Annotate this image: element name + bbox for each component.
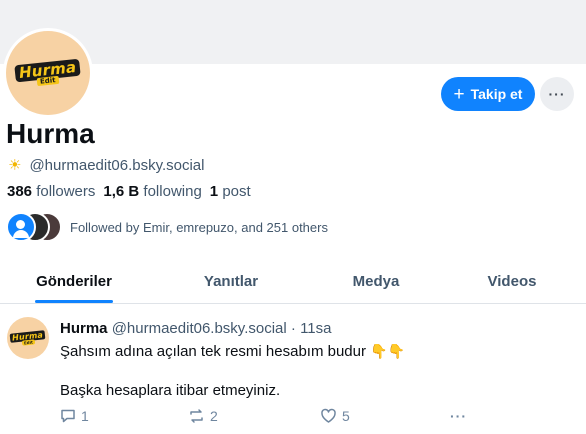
profile-stats: 386 followers 1,6 B following 1 post	[7, 183, 251, 200]
ellipsis-icon: ···	[548, 86, 566, 102]
following-count: 1,6 B	[103, 183, 140, 200]
handle-row: ☀ @hurmaedit06.bsky.social	[8, 156, 205, 175]
repost-icon	[190, 409, 203, 423]
avatar-logo-sub: Edit	[36, 75, 60, 86]
tab-media[interactable]: Medya	[314, 262, 438, 303]
heart-icon	[321, 408, 336, 423]
reply-icon	[61, 409, 75, 423]
repost-button[interactable]: 2	[188, 408, 218, 424]
posts-stat: 1 post	[210, 183, 251, 200]
post-line1-text: Şahsım adına açılan tek resmi hesabım bu…	[60, 343, 366, 360]
post-author-handle[interactable]: @hurmaedit06.bsky.social	[112, 320, 287, 337]
feed-post[interactable]: Hurma Edit Hurma @hurmaedit06.bsky.socia…	[0, 305, 586, 434]
following-link[interactable]: 1,6 B following	[103, 183, 201, 200]
post-more-button[interactable]: ···	[450, 408, 467, 424]
post-avatar-logo-sub: Edit	[21, 338, 35, 346]
post-actions: 1 2 5 ···	[60, 408, 480, 428]
post-timestamp[interactable]: 11sa	[300, 320, 331, 337]
tab-videos[interactable]: Videos	[438, 262, 586, 303]
posts-count: 1	[209, 183, 219, 200]
more-options-button[interactable]: ···	[540, 77, 574, 111]
profile-tabs: Gönderiler Yanıtlar Medya Videos	[0, 262, 586, 304]
post-author-avatar[interactable]: Hurma Edit	[7, 317, 49, 359]
display-name: Hurma	[6, 118, 95, 149]
post-header: Hurma @hurmaedit06.bsky.social · 11sa	[60, 320, 331, 337]
posts-label: post	[222, 183, 251, 200]
tab-posts[interactable]: Gönderiler	[0, 262, 148, 303]
profile-handle: @hurmaedit06.bsky.social	[29, 156, 205, 174]
repost-count: 2	[210, 408, 218, 424]
post-text-line1: Şahsım adına açılan tek resmi hesabım bu…	[60, 343, 405, 360]
post-text-line2: Başka hesaplara itibar etmeyiniz.	[60, 382, 281, 399]
post-separator: ·	[290, 320, 296, 337]
followers-label: followers	[36, 183, 96, 200]
sun-emoji-icon: ☀	[8, 157, 22, 174]
default-avatar-icon	[6, 212, 36, 242]
post-author-name[interactable]: Hurma	[60, 320, 108, 337]
following-label: following	[143, 183, 202, 200]
plus-icon: +	[453, 83, 465, 105]
follow-button[interactable]: + Takip et	[441, 77, 535, 111]
reply-button[interactable]: 1	[60, 408, 89, 424]
like-button[interactable]: 5	[320, 408, 350, 424]
follow-button-label: Takip et	[470, 86, 523, 102]
followers-count: 386	[7, 183, 33, 200]
reply-count: 1	[81, 408, 89, 424]
ellipsis-icon: ···	[450, 408, 467, 424]
profile-avatar[interactable]: Hurma Edit	[3, 28, 93, 118]
followed-by-row[interactable]: Followed by Emir, emrepuzo, and 251 othe…	[6, 212, 328, 242]
followers-avatars	[6, 212, 62, 242]
followed-by-text: Followed by Emir, emrepuzo, and 251 othe…	[70, 219, 328, 235]
like-count: 5	[342, 408, 350, 424]
pointing-down-emoji-icon: 👇👇	[370, 343, 406, 359]
tab-replies[interactable]: Yanıtlar	[148, 262, 314, 303]
followers-link[interactable]: 386 followers	[7, 183, 95, 200]
